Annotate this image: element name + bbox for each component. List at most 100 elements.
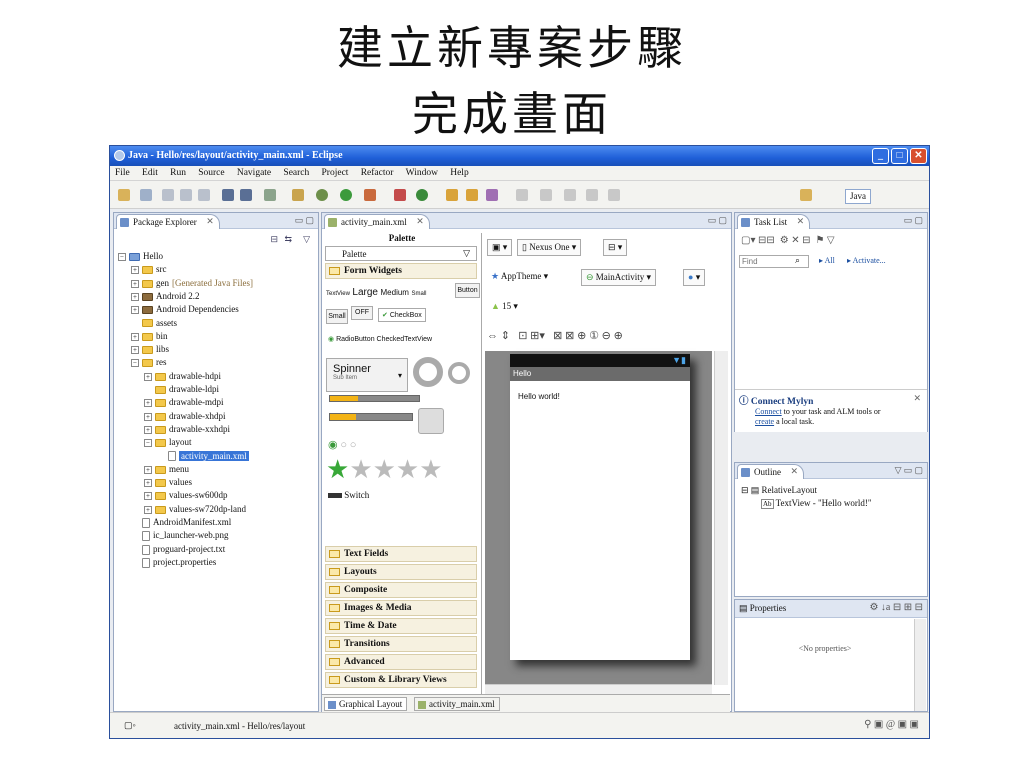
tree-item[interactable]: proguard-project.txt <box>131 544 225 557</box>
close-icon[interactable]: ✕ <box>797 216 805 227</box>
widget-medium-text[interactable]: Medium <box>381 288 409 297</box>
new-project-icon[interactable] <box>140 189 152 201</box>
category-composite[interactable]: Composite <box>325 582 477 598</box>
category-form-widgets[interactable]: Form Widgets <box>325 263 477 279</box>
tree-item[interactable]: + bin <box>131 331 168 344</box>
open-perspective-icon[interactable] <box>800 189 812 201</box>
menu-navigate[interactable]: Navigate <box>232 166 276 178</box>
menu-edit[interactable]: Edit <box>137 166 163 178</box>
new-android-xml-icon[interactable] <box>292 189 304 201</box>
status-tray-icons[interactable]: ⚲ ▣ @ ▣ ▣ <box>864 719 919 730</box>
minimize-maximize-icon[interactable]: ▭ ▢ <box>904 215 923 226</box>
prev-annotation-icon[interactable] <box>540 189 552 201</box>
menu-refactor[interactable]: Refactor <box>356 166 399 178</box>
print-icon[interactable] <box>198 189 210 201</box>
android-sdk-icon[interactable] <box>222 189 234 201</box>
tree-item[interactable]: + values-sw600dp <box>144 490 228 503</box>
debug-icon[interactable] <box>316 189 328 201</box>
expand-icon[interactable]: + <box>144 425 152 434</box>
tab-properties[interactable]: ▤ Properties <box>739 603 786 614</box>
zoom-toolbar[interactable]: ⇔ ⇕ ⊡ ⊞▾ ⊠ ⊠ ⊕ ① ⊖ ⊕ <box>487 329 623 342</box>
title-bar[interactable]: Java - Hello/res/layout/activity_main.xm… <box>110 146 929 166</box>
new-icon[interactable] <box>118 189 130 201</box>
tree-item[interactable]: + Android Dependencies <box>131 304 239 317</box>
tree-item[interactable]: assets <box>131 318 177 331</box>
close-icon[interactable]: ✕ <box>913 393 921 404</box>
widget-progress-horizontal[interactable] <box>329 395 420 402</box>
expand-icon[interactable]: + <box>131 306 139 315</box>
collapse-icon[interactable]: − <box>144 439 152 448</box>
last-edit-icon[interactable] <box>564 189 576 201</box>
expand-icon[interactable]: + <box>131 266 139 275</box>
widget-toggle-button[interactable]: OFF <box>351 306 373 320</box>
tree-item[interactable]: + gen [Generated Java Files] <box>131 278 253 291</box>
widget-quick-contact-avatar[interactable] <box>418 408 444 434</box>
connect-link[interactable]: Connect <box>755 407 782 416</box>
task-toolbar[interactable]: ▢▾ ⊟⊟ ⚙ ✕ ⊟ ⚑ ▽ <box>741 235 835 246</box>
minimize-maximize-icon[interactable]: ▽ ▭ ▢ <box>895 465 923 476</box>
category-text-fields[interactable]: Text Fields <box>325 546 477 562</box>
widget-checkedtextview[interactable]: CheckedTextView <box>377 336 433 343</box>
horizontal-scrollbar[interactable] <box>485 684 712 694</box>
outline-child[interactable]: Ab TextView - "Hello world!" <box>761 498 872 509</box>
expand-icon[interactable]: + <box>131 292 139 301</box>
tree-item[interactable]: + values-sw720dp-land <box>144 504 246 517</box>
widget-checkbox[interactable]: ✔ CheckBox <box>378 308 426 322</box>
lint-icon[interactable] <box>264 189 276 201</box>
widget-button[interactable]: Button <box>455 283 480 298</box>
widget-small-text[interactable]: Small <box>411 291 426 297</box>
tree-item[interactable]: + drawable-xxhdpi <box>144 424 230 437</box>
tree-item[interactable]: activity_main.xml <box>157 450 249 464</box>
tree-item[interactable]: project.properties <box>131 557 216 570</box>
activity-dropdown[interactable]: ⊖ MainActivity ▾ <box>581 269 657 286</box>
widget-progress-normal[interactable] <box>448 362 470 384</box>
device-dropdown[interactable]: ▯ Nexus One ▾ <box>517 239 582 256</box>
menu-run[interactable]: Run <box>165 166 191 178</box>
minimize-button[interactable]: _ <box>872 148 889 164</box>
menu-window[interactable]: Window <box>401 166 443 178</box>
category-custom-library-views[interactable]: Custom & Library Views <box>325 672 477 688</box>
widget-radiobutton[interactable]: RadioButton <box>336 336 375 343</box>
tree-item[interactable]: + libs <box>131 344 169 357</box>
outline-root[interactable]: ⊟ ▤ RelativeLayout <box>741 485 817 496</box>
tree-item[interactable]: ic_launcher-web.png <box>131 530 229 543</box>
tree-item[interactable]: drawable-ldpi <box>144 384 219 397</box>
external-tools-icon[interactable] <box>364 189 376 201</box>
expand-icon[interactable]: + <box>144 412 152 421</box>
link-with-editor-icon[interactable]: ⇆ <box>284 234 292 245</box>
orientation-dropdown[interactable]: ⊟ ▾ <box>603 239 628 256</box>
tab-task-list[interactable]: Task List ✕ <box>737 214 811 229</box>
tree-item[interactable]: + drawable-xhdpi <box>144 411 225 424</box>
open-type-icon[interactable] <box>446 189 458 201</box>
tree-item[interactable]: + drawable-hdpi <box>144 371 221 384</box>
expand-icon[interactable]: + <box>131 346 139 355</box>
tree-item[interactable]: + drawable-mdpi <box>144 397 223 410</box>
device-preview[interactable]: ▼▮ Hello Hello world! <box>510 354 690 660</box>
category-layouts[interactable]: Layouts <box>325 564 477 580</box>
theme-dropdown[interactable]: ★ AppTheme ▾ <box>487 269 552 286</box>
widget-ratingbar[interactable]: ★★★★★ <box>326 455 443 485</box>
tree-item[interactable]: + values <box>144 477 192 490</box>
close-button[interactable]: ✕ <box>910 148 927 164</box>
minimize-maximize-icon[interactable]: ▭ ▢ <box>295 215 314 226</box>
save-all-icon[interactable] <box>180 189 192 201</box>
collapse-icon[interactable]: − <box>118 252 126 261</box>
widget-seekbar[interactable] <box>329 413 413 421</box>
menu-search[interactable]: Search <box>278 166 314 178</box>
tab-xml-source[interactable]: activity_main.xml <box>414 697 500 711</box>
category-images-media[interactable]: Images & Media <box>325 600 477 616</box>
create-link[interactable]: create <box>755 417 774 426</box>
back-icon[interactable] <box>586 189 598 201</box>
new-class-icon[interactable] <box>416 189 428 201</box>
widget-large-text[interactable]: Large <box>352 287 378 298</box>
widget-textview[interactable]: TextView <box>326 291 350 297</box>
locale-dropdown[interactable]: ● ▾ <box>683 269 706 286</box>
api-level-dropdown[interactable]: ▲ 15 ▾ <box>487 299 522 316</box>
run-icon[interactable] <box>340 189 352 201</box>
close-icon[interactable]: ✕ <box>416 216 424 227</box>
view-menu-icon[interactable]: ▽ <box>303 234 310 245</box>
menu-project[interactable]: Project <box>317 166 354 178</box>
expand-icon[interactable]: + <box>131 332 139 341</box>
tab-outline[interactable]: Outline ✕ <box>737 464 804 479</box>
tree-item[interactable]: − res <box>131 357 167 370</box>
